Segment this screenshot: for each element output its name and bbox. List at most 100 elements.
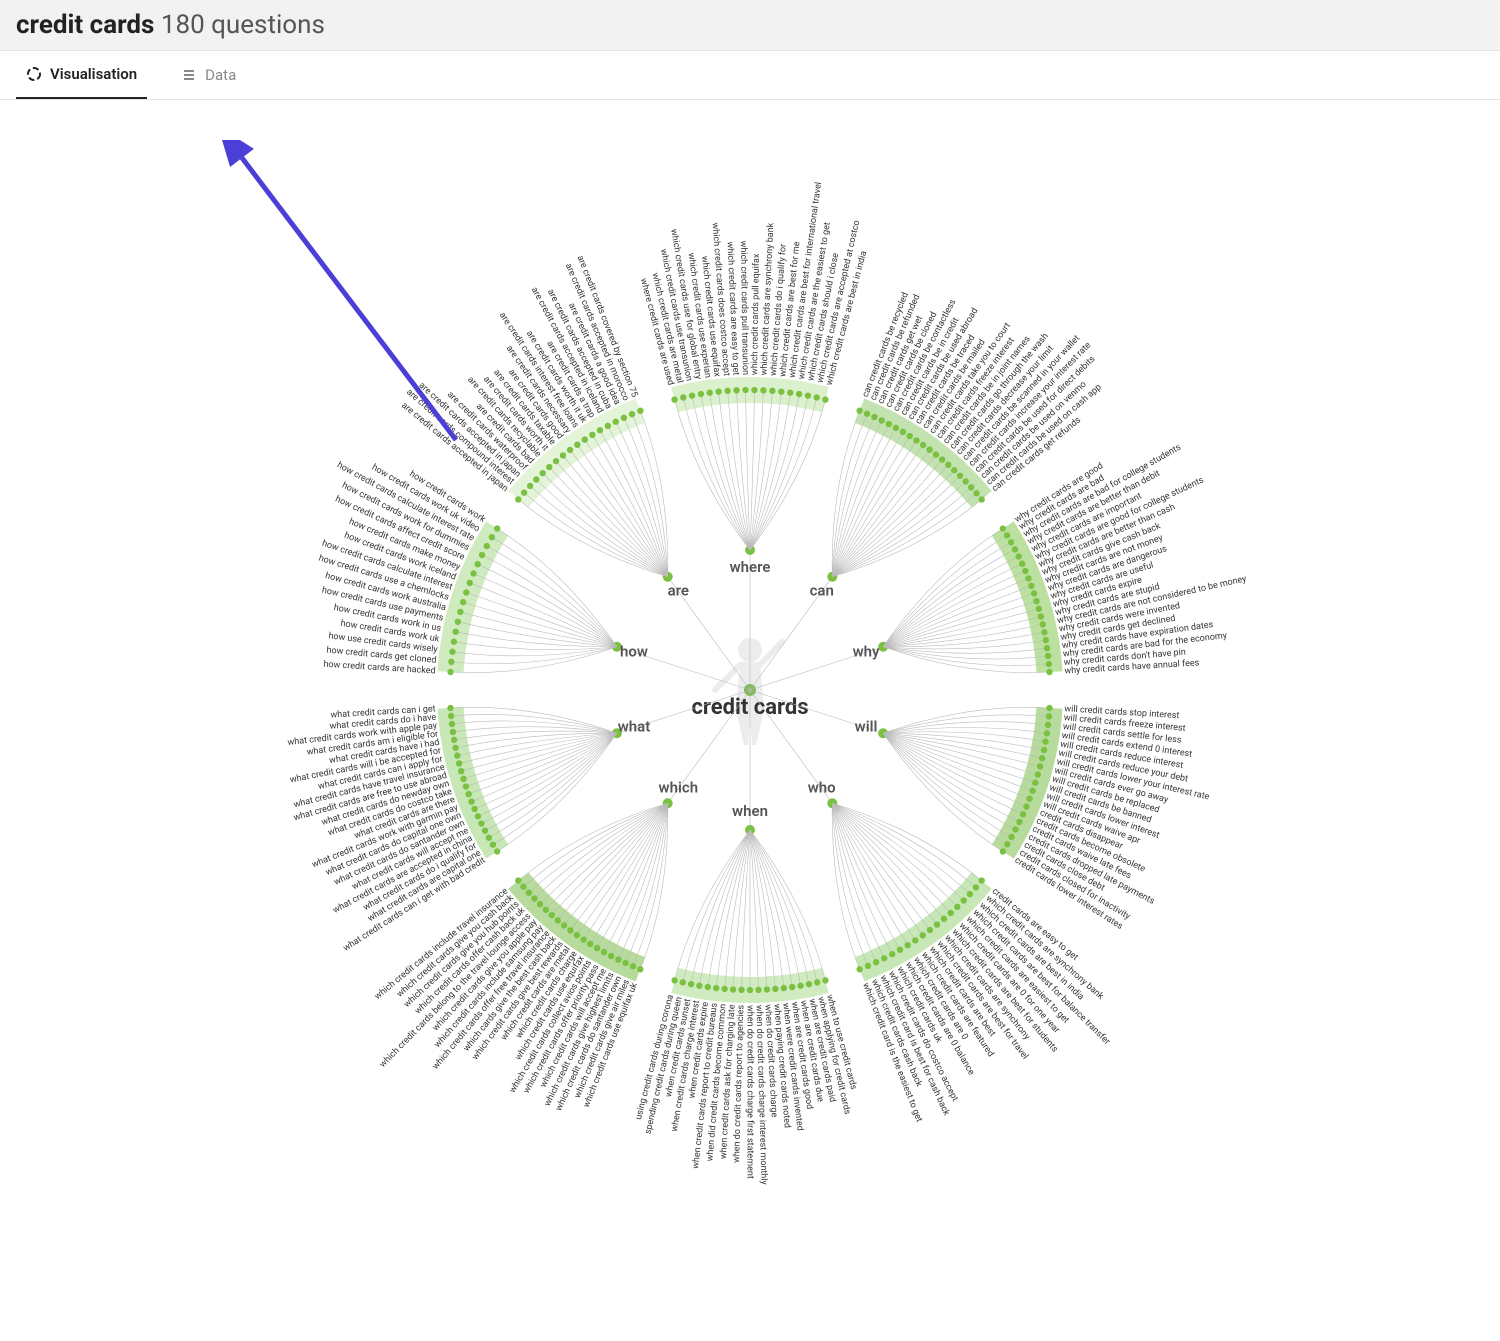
leaf-dot[interactable] [451, 737, 457, 743]
tab-visualisation[interactable]: Visualisation [16, 51, 147, 99]
leaf-dot[interactable] [515, 496, 521, 502]
leaf-dot[interactable] [1031, 590, 1037, 596]
leaf-dot[interactable] [864, 411, 870, 417]
leaf-dot[interactable] [463, 783, 469, 789]
leaf-dot[interactable] [926, 446, 932, 452]
leaf-dot[interactable] [630, 963, 636, 969]
leaf-dot[interactable] [1000, 525, 1006, 531]
leaf-dot[interactable] [605, 423, 611, 429]
leaf-dot[interactable] [582, 436, 588, 442]
leaf-dot[interactable] [865, 963, 871, 969]
leaf-dot[interactable] [555, 917, 561, 923]
leaf-dot[interactable] [622, 960, 628, 966]
leaf-dot[interactable] [933, 451, 939, 457]
leaf-dot[interactable] [905, 942, 911, 948]
leaf-dot[interactable] [747, 987, 753, 993]
leaf-dot[interactable] [920, 442, 926, 448]
leaf-dot[interactable] [546, 464, 552, 470]
leaf-dot[interactable] [856, 408, 862, 414]
leaf-dot[interactable] [705, 984, 711, 990]
leaf-dot[interactable] [1008, 539, 1014, 545]
leaf-dot[interactable] [1012, 826, 1018, 832]
leaf-dot[interactable] [1044, 730, 1050, 736]
leaf-dot[interactable] [489, 534, 495, 540]
leaf-dot[interactable] [457, 609, 463, 615]
leaf-dot[interactable] [789, 984, 795, 990]
leaf-dot[interactable] [967, 891, 973, 897]
leaf-dot[interactable] [1033, 598, 1039, 604]
leaf-dot[interactable] [1045, 653, 1051, 659]
leaf-dot[interactable] [574, 441, 580, 447]
leaf-dot[interactable] [637, 966, 643, 972]
leaf-dot[interactable] [494, 525, 500, 531]
tab-data[interactable]: Data [171, 51, 246, 99]
leaf-dot[interactable] [806, 981, 812, 987]
leaf-dot[interactable] [1004, 532, 1010, 538]
leaf-dot[interactable] [594, 945, 600, 951]
leaf-dot[interactable] [957, 473, 963, 479]
leaf-dot[interactable] [553, 458, 559, 464]
leaf-dot[interactable] [900, 429, 906, 435]
leaf-dot[interactable] [772, 986, 778, 992]
leaf-dot[interactable] [733, 387, 739, 393]
leaf-dot[interactable] [1020, 811, 1026, 817]
leaf-dot[interactable] [1023, 803, 1029, 809]
leaf-dot[interactable] [978, 877, 984, 883]
leaf-dot[interactable] [671, 977, 677, 983]
leaf-dot[interactable] [912, 937, 918, 943]
leaf-dot[interactable] [688, 981, 694, 987]
leaf-dot[interactable] [1016, 819, 1022, 825]
leaf-dot[interactable] [490, 841, 496, 847]
leaf-dot[interactable] [913, 437, 919, 443]
leaf-dot[interactable] [468, 798, 474, 804]
leaf-dot[interactable] [805, 392, 811, 398]
leaf-dot[interactable] [822, 977, 828, 983]
leaf-dot[interactable] [482, 827, 488, 833]
leaf-dot[interactable] [637, 408, 643, 414]
leaf-dot[interactable] [560, 452, 566, 458]
leaf-dot[interactable] [479, 552, 485, 558]
leaf-dot[interactable] [449, 649, 455, 655]
leaf-dot[interactable] [460, 599, 466, 605]
leaf-dot[interactable] [470, 570, 476, 576]
leaf-dot[interactable] [671, 396, 677, 402]
leaf-dot[interactable] [451, 639, 457, 645]
leaf-dot[interactable] [1026, 795, 1032, 801]
leaf-dot[interactable] [960, 897, 966, 903]
leaf-dot[interactable] [1015, 553, 1021, 559]
leaf-dot[interactable] [465, 791, 471, 797]
leaf-dot[interactable] [587, 941, 593, 947]
leaf-dot[interactable] [715, 388, 721, 394]
leaf-dot[interactable] [1029, 788, 1035, 794]
leaf-dot[interactable] [494, 848, 500, 854]
leaf-dot[interactable] [539, 470, 545, 476]
leaf-dot[interactable] [973, 884, 979, 890]
leaf-dot[interactable] [475, 813, 481, 819]
leaf-dot[interactable] [454, 752, 460, 758]
leaf-dot[interactable] [574, 932, 580, 938]
leaf-dot[interactable] [448, 659, 454, 665]
leaf-dot[interactable] [549, 912, 555, 918]
leaf-dot[interactable] [474, 561, 480, 567]
leaf-dot[interactable] [724, 388, 730, 394]
leaf-dot[interactable] [730, 986, 736, 992]
leaf-dot[interactable] [939, 456, 945, 462]
leaf-dot[interactable] [698, 391, 704, 397]
leaf-dot[interactable] [769, 388, 775, 394]
leaf-dot[interactable] [778, 388, 784, 394]
leaf-dot[interactable] [486, 835, 492, 841]
leaf-dot[interactable] [897, 947, 903, 953]
leaf-dot[interactable] [941, 916, 947, 922]
leaf-dot[interactable] [1012, 546, 1018, 552]
leaf-dot[interactable] [760, 387, 766, 393]
leaf-dot[interactable] [561, 922, 567, 928]
leaf-dot[interactable] [450, 729, 456, 735]
leaf-dot[interactable] [707, 390, 713, 396]
leaf-dot[interactable] [1035, 771, 1041, 777]
leaf-dot[interactable] [1041, 629, 1047, 635]
leaf-dot[interactable] [1042, 738, 1048, 744]
leaf-dot[interactable] [448, 713, 454, 719]
leaf-dot[interactable] [526, 889, 532, 895]
leaf-dot[interactable] [601, 949, 607, 955]
leaf-dot[interactable] [1041, 747, 1047, 753]
